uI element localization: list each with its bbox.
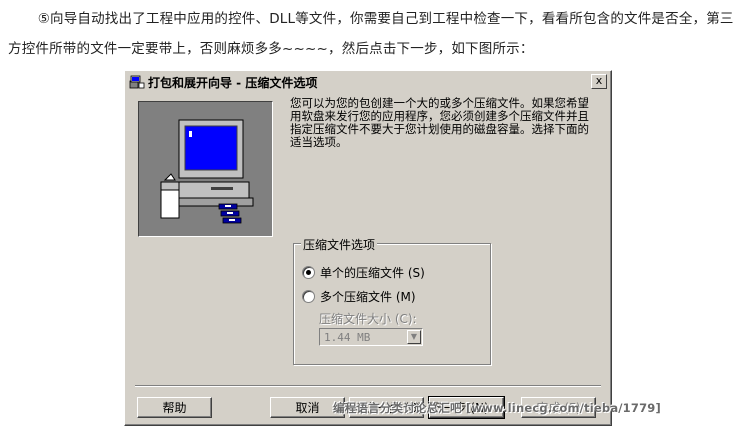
compression-options-group: 压缩文件选项 单个的压缩文件 (S) 多个压缩文件 (M) 压缩文件大小 (C)… xyxy=(293,236,491,365)
single-file-label: 单个的压缩文件 (S) xyxy=(320,266,425,280)
multiple-files-label: 多个压缩文件 (M) xyxy=(320,290,416,304)
wizard-description: 您可以为您的包创建一个大的或多个压缩文件。如果您希望用软盘来发行您的应用程序，您… xyxy=(290,96,589,149)
watermark: 编程语言分类讨论总汇吧 [www.linecg.com/tieba/1779] xyxy=(333,401,661,415)
computer-illustration-icon xyxy=(138,101,273,237)
size-label: 压缩文件大小 (C): xyxy=(319,312,417,326)
dialog-title: 打包和展开向导 - 压缩文件选项 xyxy=(148,75,318,90)
single-file-option[interactable]: 单个的压缩文件 (S) xyxy=(302,264,425,281)
setup-wizard-icon xyxy=(129,74,145,90)
dialog-titlebar[interactable]: 打包和展开向导 - 压缩文件选项 x xyxy=(127,73,609,91)
chevron-down-icon[interactable]: ▼ xyxy=(407,330,421,344)
close-icon[interactable]: x xyxy=(591,74,607,89)
button-separator xyxy=(135,385,601,387)
multiple-files-option[interactable]: 多个压缩文件 (M) xyxy=(302,288,416,305)
size-select[interactable]: 1.44 MB ▼ xyxy=(319,328,423,346)
single-file-radio[interactable] xyxy=(302,266,315,279)
package-wizard-dialog: 打包和展开向导 - 压缩文件选项 x 您可以为您的包创建一个大的或多个压缩文件。… xyxy=(124,70,612,426)
intro-paragraph: ⑤向导自动找出了工程中应用的控件、DLL等文件，你需要自己到工程中检查一下，看看… xyxy=(8,11,734,57)
floppy-disks-icon xyxy=(217,202,245,232)
size-value: 1.44 MB xyxy=(324,331,371,344)
help-button[interactable]: 帮助 xyxy=(137,397,212,418)
multiple-files-radio[interactable] xyxy=(302,290,315,303)
group-title: 压缩文件选项 xyxy=(301,236,378,253)
